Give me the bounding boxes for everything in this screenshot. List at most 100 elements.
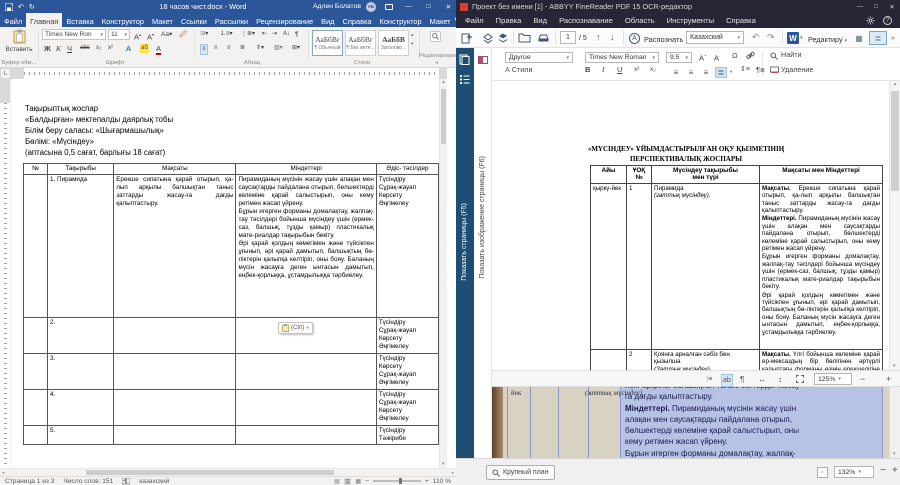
strikethrough-button[interactable]: abc: [80, 44, 90, 53]
menu-Правка[interactable]: Правка: [490, 16, 528, 25]
number-cell[interactable]: 1: [627, 183, 652, 349]
shading-icon[interactable]: ▨▾: [274, 44, 283, 53]
current-page-input[interactable]: 1: [560, 31, 576, 44]
shrink-font-icon[interactable]: A-: [714, 51, 720, 64]
fit-image-icon[interactable]: ▫: [817, 467, 828, 478]
find-icon[interactable]: [430, 31, 441, 42]
thumbnails-list-icon[interactable]: [459, 74, 470, 84]
avatar[interactable]: АБ: [366, 2, 376, 12]
tab-Файл[interactable]: Файл: [0, 13, 26, 27]
open-folder-icon[interactable]: [518, 32, 531, 43]
table-cell[interactable]: 1. Пирамида: [48, 175, 114, 318]
symbol-omega-icon[interactable]: Ω: [732, 51, 738, 61]
show-page-image-label[interactable]: Показать изображение страницы (F6): [479, 156, 486, 279]
recognized-text-pane[interactable]: «МҮСІНДЕУ» ҰЙЫМДАСТЫРЫЛҒАН ОҚУ ҚЫЗМЕТІНІ…: [492, 81, 900, 370]
tab-Макет[interactable]: Макет: [426, 13, 455, 27]
show-pages-label[interactable]: Показать страницы (F5): [461, 203, 468, 281]
italic-button[interactable]: I: [602, 65, 605, 75]
underline-button[interactable]: Ч: [67, 44, 72, 53]
tab-Вид[interactable]: Вид: [317, 13, 338, 27]
redo-icon[interactable]: ↷: [767, 32, 775, 43]
grow-font-icon[interactable]: A+: [699, 51, 706, 64]
table-cell[interactable]: [236, 354, 376, 390]
fit-page-icon[interactable]: [796, 375, 804, 383]
search-icon[interactable]: [770, 52, 778, 60]
tab-Главная[interactable]: Главная: [26, 13, 62, 27]
table-cell[interactable]: [114, 318, 236, 354]
menu-Справка[interactable]: Справка: [720, 16, 762, 25]
language-indicator[interactable]: казахский: [139, 478, 169, 485]
minimize-button[interactable]: —: [401, 0, 416, 13]
month-cell[interactable]: [591, 349, 627, 370]
table-cell[interactable]: [114, 390, 236, 426]
maximize-button[interactable]: □: [868, 0, 884, 13]
shrink-font-button[interactable]: А▾: [147, 30, 154, 42]
save-icon[interactable]: [5, 3, 13, 11]
line-spacing-icon[interactable]: ⇕≡: [740, 65, 750, 75]
numbering-icon[interactable]: ⒈≡▾: [220, 30, 233, 39]
tab-Справка[interactable]: Справка: [339, 13, 376, 27]
menu-Распознавание[interactable]: Распознавание: [553, 16, 619, 25]
scan-zoom-select[interactable]: 132%▾: [834, 466, 874, 478]
toolbar-overflow-icon[interactable]: »: [891, 33, 895, 44]
paragraph-marks-icon[interactable]: ¶≣: [756, 65, 765, 76]
clear-formatting-icon[interactable]: 🖉: [179, 30, 187, 39]
proofing-icon[interactable]: [122, 478, 130, 485]
table-cell[interactable]: [114, 426, 236, 445]
font-name-select[interactable]: Times New Ron▾: [42, 29, 106, 40]
table-cell[interactable]: Түсіндіру Сұрақ-жауап Көрсету Әңгімелеу: [376, 318, 438, 354]
zoom-out-icon[interactable]: −: [860, 374, 865, 385]
minimize-button[interactable]: —: [852, 0, 868, 13]
ocr-language-select[interactable]: Казахский▾: [686, 31, 744, 44]
scan-icon[interactable]: [537, 32, 550, 43]
font-size-select[interactable]: 9.5▾: [666, 52, 692, 63]
menu-Область[interactable]: Область: [619, 16, 661, 25]
align-right-icon[interactable]: ≡: [700, 67, 712, 78]
multilevel-list-icon[interactable]: ⋮≣▾: [241, 30, 255, 39]
table-cell[interactable]: [24, 426, 48, 445]
next-page-icon[interactable]: ↓: [610, 32, 615, 43]
content-cell[interactable]: Мақсаты. Үлгі бойынша көлеміне қарай ер-…: [760, 349, 883, 370]
bullets-icon[interactable]: ⁝≡▾: [200, 30, 208, 39]
tab-Конструктор[interactable]: Конструктор: [98, 13, 148, 27]
word-h-scrollbar[interactable]: ◂ ▸: [0, 468, 456, 476]
table-cell[interactable]: [24, 354, 48, 390]
fit-width-icon[interactable]: ↔: [758, 374, 766, 385]
organize-pages-icon[interactable]: [482, 32, 494, 44]
topic-cell[interactable]: Қоянға арналған сәбіз бен қызылша(Заттық…: [652, 349, 760, 370]
undo-icon[interactable]: ↶: [18, 3, 24, 11]
zoom-level[interactable]: 110 %: [433, 478, 451, 485]
editing-dropdown-icon[interactable]: ▾: [436, 58, 438, 67]
pilcrow-icon[interactable]: ¶: [740, 374, 744, 385]
table-cell[interactable]: [236, 426, 376, 445]
zoom-slider[interactable]: [373, 480, 421, 482]
recognize-icon[interactable]: A: [629, 32, 640, 44]
word-v-scrollbar[interactable]: ▴▾: [439, 79, 447, 468]
justify-icon[interactable]: ≣: [715, 67, 727, 78]
tab-Рецензирование[interactable]: Рецензирование: [252, 13, 317, 27]
decrease-indent-icon[interactable]: ⇤: [262, 30, 267, 39]
add-pages-icon[interactable]: [461, 32, 473, 44]
scan-v-scrollbar[interactable]: ▾: [889, 387, 900, 458]
table-cell[interactable]: 3.: [48, 354, 114, 390]
underline-button[interactable]: U: [617, 65, 622, 75]
topic-cell[interactable]: Пирамида(заттық мүсіндеу).: [652, 183, 760, 349]
recognize-button[interactable]: Распознать: [644, 34, 683, 45]
word-count[interactable]: Число слов: 151: [63, 478, 113, 485]
tab-Конструктор[interactable]: Конструктор: [376, 13, 426, 27]
zoom-in-icon[interactable]: +: [886, 374, 891, 385]
style-select[interactable]: Другое▾: [505, 52, 573, 63]
close-button[interactable]: ✕: [884, 0, 900, 13]
web-layout-icon[interactable]: ▦: [355, 478, 361, 485]
mode-select[interactable]: Редактиру ▾: [808, 34, 847, 47]
table-cell[interactable]: [24, 318, 48, 354]
editor-v-scrollbar[interactable]: ▴▾: [889, 81, 900, 370]
table-cell[interactable]: Ерекше сипатына қарай отырып, қа-лып арқ…: [114, 175, 236, 318]
delete-icon[interactable]: [770, 66, 779, 74]
style-heading[interactable]: АаБбВЗаголово...: [378, 30, 409, 56]
paste-options-button[interactable]: (Ctrl) ▾: [278, 322, 313, 334]
user-name[interactable]: Адлен Болатов: [313, 3, 361, 10]
table-cell[interactable]: Түсіндіру Көрсету Сұрақ-жауап Әңгімелеу: [376, 354, 438, 390]
content-cell[interactable]: Мақсаты. Ерекше сипатына қарай отырып, қ…: [760, 183, 883, 349]
borders-icon[interactable]: ⊞▾: [292, 44, 300, 53]
